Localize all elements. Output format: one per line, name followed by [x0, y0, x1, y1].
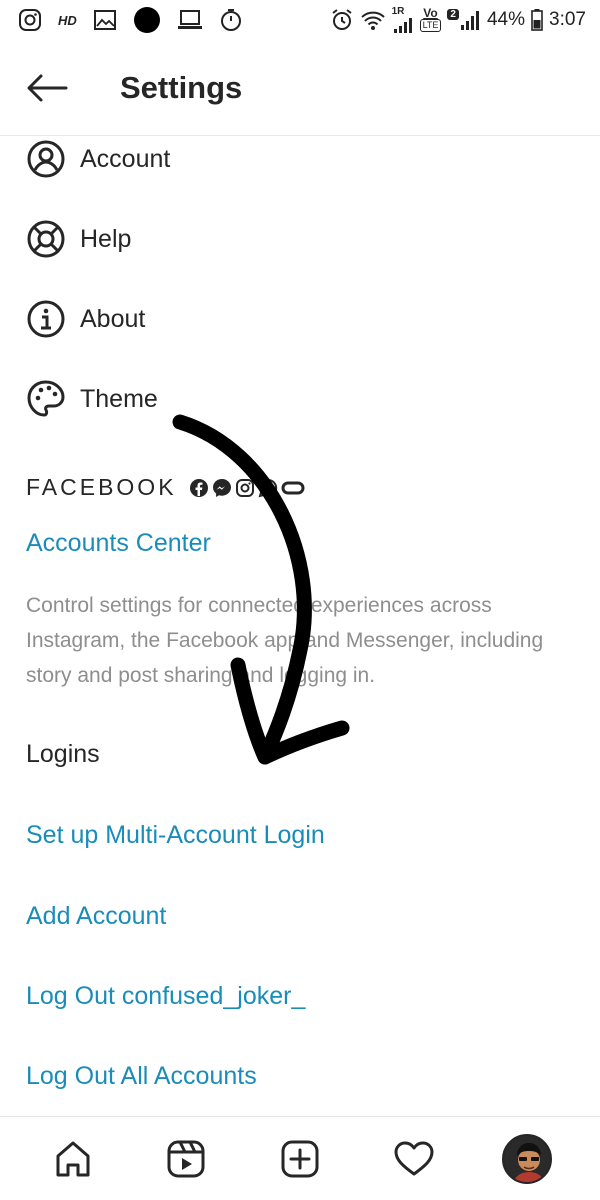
facebook-section-header: FACEBOOK [26, 474, 305, 501]
volte-top: Vo [423, 6, 438, 20]
whatsapp-icon [258, 478, 277, 497]
nav-reels-button[interactable] [160, 1133, 212, 1185]
sim-2-badge: 2 [447, 8, 459, 20]
back-button[interactable] [26, 72, 68, 104]
settings-header: Settings [0, 40, 600, 136]
reels-icon [167, 1140, 205, 1177]
page-title: Settings [120, 70, 243, 105]
menu-item-label: Help [80, 224, 132, 253]
home-icon [56, 1141, 90, 1176]
menu-item-label: Account [80, 144, 171, 173]
add-account-link[interactable]: Add Account [26, 902, 166, 931]
battery-percent: 44% [486, 9, 526, 30]
oculus-icon [281, 481, 305, 494]
volte-bottom: LTE [419, 19, 442, 32]
menu-item-account[interactable]: Account [26, 137, 170, 181]
nav-new-post-button[interactable] [274, 1133, 326, 1185]
messenger-icon [212, 478, 231, 497]
hd-indicator: HD [58, 12, 77, 28]
facebook-title: FACEBOOK [26, 474, 177, 500]
signal-1-tag: 1R [391, 6, 405, 17]
instagram-icon [235, 478, 254, 497]
menu-item-theme[interactable]: Theme [26, 377, 158, 421]
accounts-center-link[interactable]: Accounts Center [26, 529, 211, 558]
lifebuoy-icon [26, 219, 66, 259]
instagram-notification-icon [18, 8, 42, 32]
battery-icon [531, 9, 543, 31]
nav-activity-button[interactable] [388, 1133, 440, 1185]
timer-icon [219, 8, 243, 32]
log-out-all-accounts-link[interactable]: Log Out All Accounts [26, 1062, 257, 1091]
signal-2-icon: 2 [447, 8, 481, 32]
profile-avatar [502, 1133, 553, 1184]
account-icon [26, 139, 66, 179]
alarm-icon [330, 8, 354, 32]
wifi-icon [360, 9, 386, 31]
nav-home-button[interactable] [47, 1133, 99, 1185]
log-out-account-link[interactable]: Log Out confused_joker_ [26, 982, 305, 1011]
clock: 3:07 [549, 9, 586, 30]
arrow-left-icon [27, 74, 68, 102]
nav-profile-button[interactable] [501, 1133, 553, 1185]
logins-section-title: Logins [26, 740, 100, 768]
laptop-icon [177, 9, 203, 31]
palette-icon [26, 379, 66, 419]
info-icon [26, 299, 66, 339]
facebook-icon [189, 478, 208, 497]
menu-item-help[interactable]: Help [26, 217, 131, 261]
menu-item-label: Theme [80, 384, 158, 413]
menu-item-about[interactable]: About [26, 297, 145, 341]
volte-icon: Vo LTE [419, 6, 442, 32]
new-post-icon [281, 1140, 319, 1177]
setup-multi-account-login-link[interactable]: Set up Multi-Account Login [26, 821, 325, 850]
gallery-icon [93, 9, 117, 31]
accounts-center-description: Control settings for connected experienc… [26, 594, 544, 687]
avatar-image [504, 1135, 551, 1182]
activity-heart-icon [394, 1141, 434, 1175]
status-bar: HD 1R Vo LTE 2 44% 3:07 [0, 0, 600, 40]
meta-app-icons [189, 478, 305, 498]
menu-item-label: About [80, 304, 146, 333]
signal-1-icon: 1R [392, 7, 414, 33]
record-dot-icon [133, 6, 161, 34]
bottom-navigation [0, 1116, 600, 1200]
